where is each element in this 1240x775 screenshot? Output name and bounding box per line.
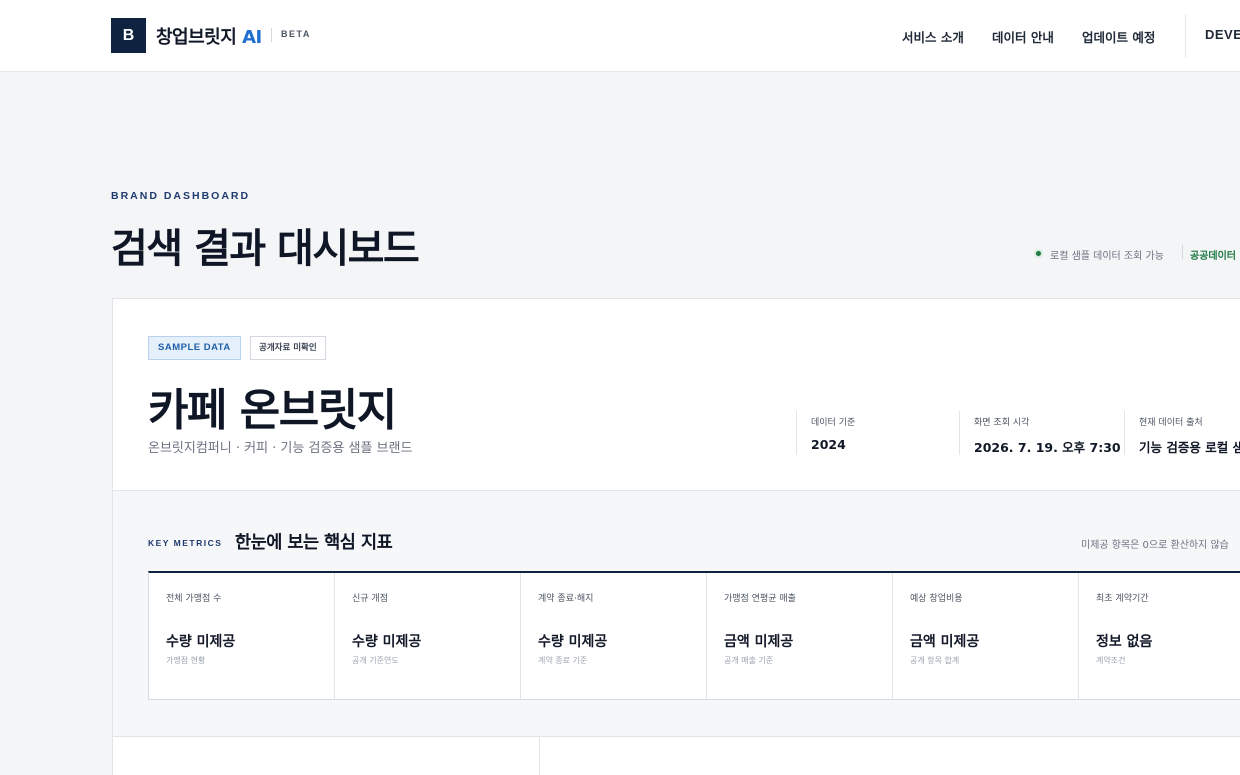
metric-label: 신규 개점 [352,594,388,604]
brand-title: 카페 온브릿지 [148,385,397,436]
meta-label: 현재 데이터 출처 [1139,418,1203,428]
meta-data-basis: 데이터 기준 2024 [796,411,855,455]
key-metrics-note: 미제공 항목은 0으로 환산하지 않습 [1081,540,1229,551]
logo-mark[interactable]: B [111,18,146,53]
metric-value: 금액 미제공 [910,634,980,650]
metric-value: 수량 미제공 [352,634,422,650]
metric-caption: 공개 매출 기준 [724,656,774,665]
meta-label: 데이터 기준 [811,418,856,428]
nav-data-guide[interactable]: 데이터 안내 [992,27,1054,46]
metric-new-openings: 신규 개점 수량 미제공 공개 기준연도 [335,573,521,699]
top-navigation-bar: B 창업브릿지 AI BETA 서비스 소개 데이터 안내 업데이트 예정 DE… [0,0,1240,72]
metric-contract-termination: 계약 종료·해지 수량 미제공 계약 종료 기준 [521,573,707,699]
beta-badge: BETA [281,29,311,39]
key-metrics-section: KEY METRICS 한눈에 보는 핵심 지표 미제공 항목은 0으로 환산하… [113,491,1240,737]
brand-dashboard-card: SAMPLE DATA 공개자료 미확인 카페 온브릿지 온브릿지컴퍼니 · 커… [112,298,1240,737]
lower-panel [112,736,1240,775]
metric-value: 금액 미제공 [724,634,794,650]
divider [271,28,272,42]
metric-total-stores: 전체 가맹점 수 수량 미제공 가맹점 현황 [149,573,335,699]
metric-label: 전체 가맹점 수 [166,594,222,604]
nav-update-plan[interactable]: 업데이트 예정 [1082,27,1155,46]
metric-caption: 계약조건 [1096,656,1126,665]
metric-label: 예상 창업비용 [910,594,963,604]
metric-value: 수량 미제공 [538,634,608,650]
brand-ai-label: AI [242,27,262,48]
metric-label: 계약 종료·해지 [538,594,594,604]
key-metrics-eyebrow: KEY METRICS [148,538,223,548]
brand-name: 창업브릿지 [156,27,237,48]
meta-value: 2024 [811,437,846,452]
metric-caption: 계약 종료 기준 [538,656,588,665]
meta-view-time: 화면 조회 시각 2026. 7. 19. 오후 7:30 [959,411,1121,455]
meta-label: 화면 조회 시각 [974,418,1030,428]
metrics-grid: 전체 가맹점 수 수량 미제공 가맹점 현황 신규 개점 수량 미제공 공개 기… [148,571,1240,700]
metric-caption: 가맹점 현황 [166,656,206,665]
metric-caption: 공개 기준연도 [352,656,399,665]
meta-value: 기능 검증용 로컬 샘플 [1139,440,1240,455]
brand-summary: SAMPLE DATA 공개자료 미확인 카페 온브릿지 온브릿지컴퍼니 · 커… [113,299,1240,491]
status-indicator-icon [1034,249,1043,258]
divider [1182,245,1183,259]
status-source: 공공데이터 [1190,251,1236,262]
divider [539,737,540,775]
metric-label: 가맹점 연평균 매출 [724,594,796,604]
brand-logo-text[interactable]: 창업브릿지 AI [156,23,262,49]
metric-contract-period: 최초 계약기간 정보 없음 계약조건 [1079,573,1240,699]
metric-average-sales: 가맹점 연평균 매출 금액 미제공 공개 매출 기준 [707,573,893,699]
key-metrics-title: 한눈에 보는 핵심 지표 [235,533,393,553]
brand-subtitle: 온브릿지컴퍼니 · 커피 · 기능 검증용 샘플 브랜드 [148,441,413,456]
meta-value: 2026. 7. 19. 오후 7:30 [974,440,1121,455]
public-data-badge: 공개자료 미확인 [250,336,326,360]
nav-divider [1185,14,1186,58]
page-title: 검색 결과 대시보드 [111,226,420,272]
page-eyebrow: BRAND DASHBOARD [111,190,251,202]
metric-caption: 공개 항목 합계 [910,656,960,665]
meta-data-source: 현재 데이터 출처 기능 검증용 로컬 샘플 [1124,411,1240,455]
nav-service-intro[interactable]: 서비스 소개 [902,27,964,46]
metric-startup-cost: 예상 창업비용 금액 미제공 공개 항목 합계 [893,573,1079,699]
status-text: 로컬 샘플 데이터 조회 가능 [1050,251,1164,262]
metric-value: 정보 없음 [1096,634,1153,650]
metric-label: 최초 계약기간 [1096,594,1149,604]
metric-value: 수량 미제공 [166,634,236,650]
sample-data-badge: SAMPLE DATA [148,336,241,360]
nav-developer[interactable]: DEVE [1205,27,1240,42]
